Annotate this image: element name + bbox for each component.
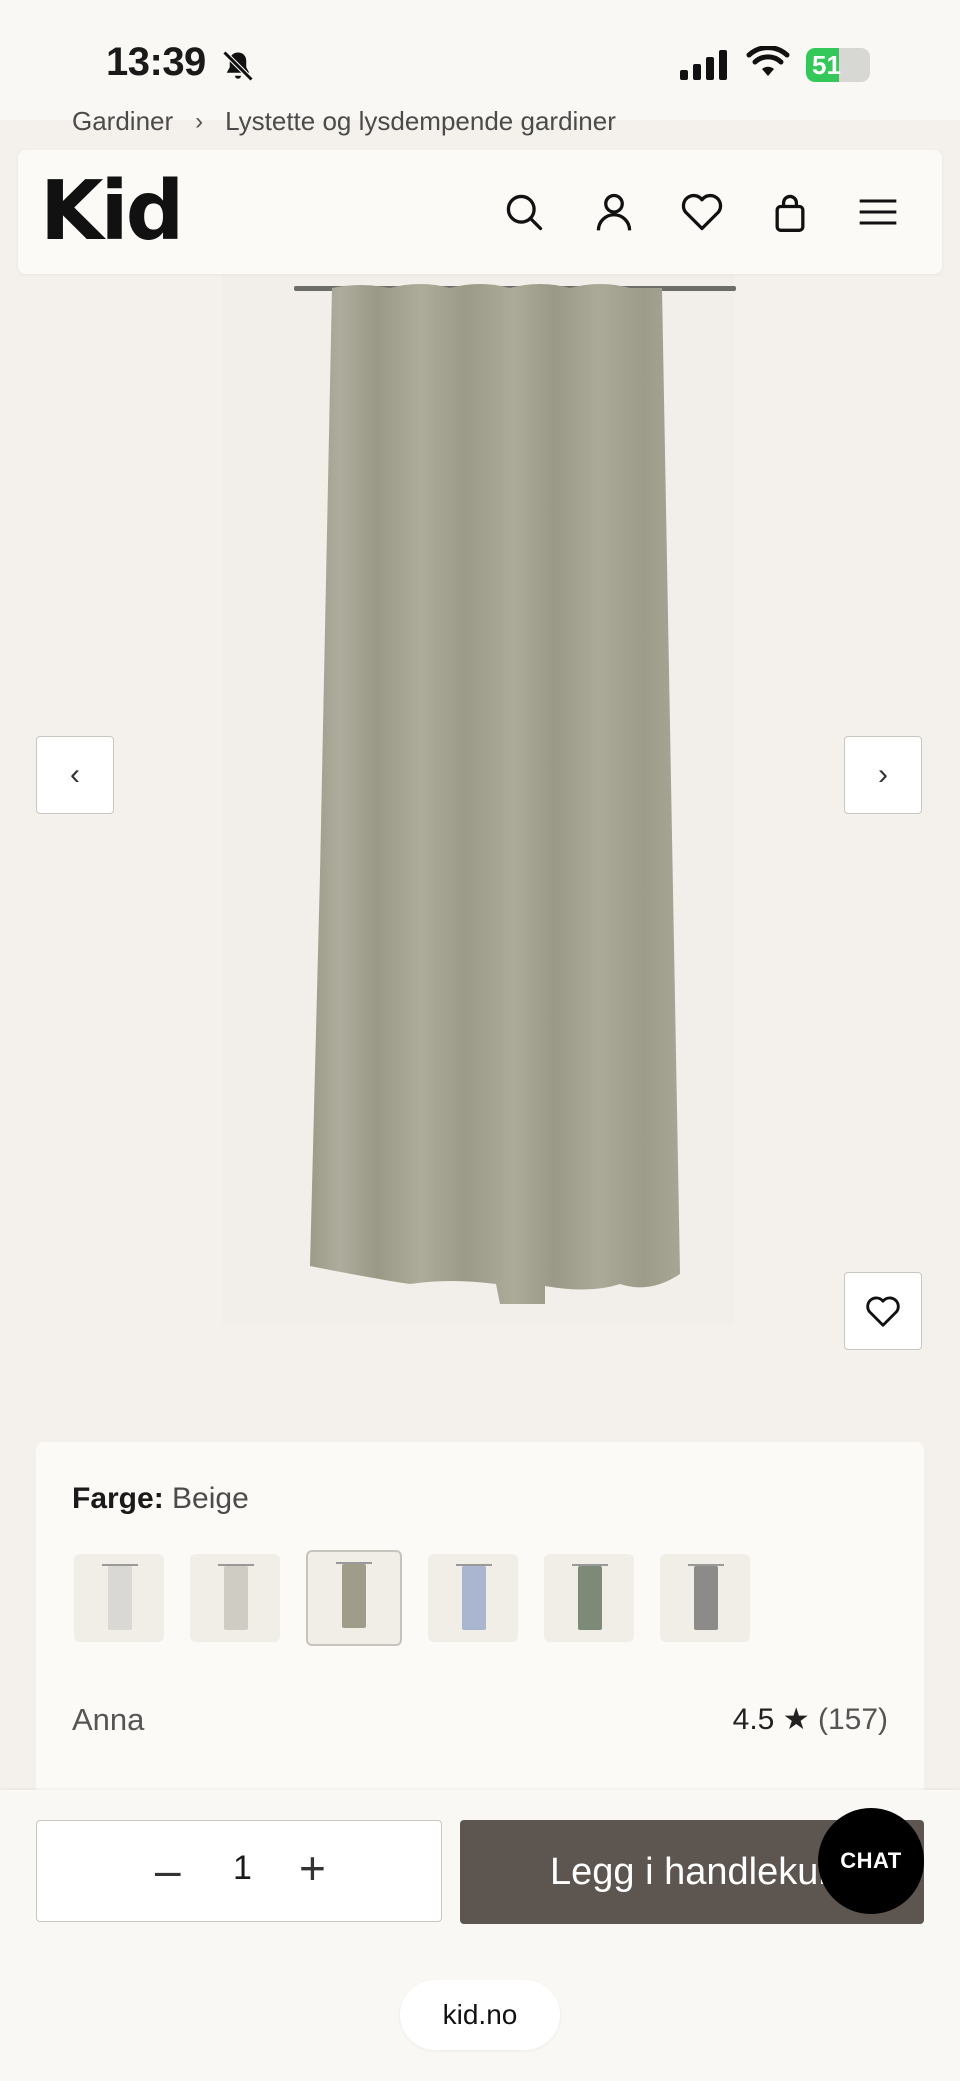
swatch-curtain-thumbnail [108, 1566, 132, 1630]
status-bar: 13:39 51 [0, 0, 960, 120]
search-icon[interactable] [502, 190, 546, 234]
battery-indicator: 51 [806, 48, 874, 82]
breadcrumb-separator: › [195, 107, 204, 135]
url-text: kid.no [442, 1999, 518, 2030]
bottom-action-bar: – 1 + Legg i handlekurv CHAT kid.no [0, 1790, 960, 2081]
chat-button[interactable]: CHAT [818, 1808, 924, 1914]
swatch-curtain-thumbnail [224, 1566, 248, 1630]
gallery-prev-button[interactable]: ‹ [36, 736, 114, 814]
cellular-signal-icon [680, 50, 727, 80]
product-rating[interactable]: 4.5 ★ (157) [733, 1702, 888, 1737]
shopping-bag-icon[interactable] [768, 190, 812, 234]
breadcrumb-link-gardiner[interactable]: Gardiner [72, 106, 173, 137]
color-swatch[interactable] [544, 1554, 634, 1642]
swatch-curtain-thumbnail [578, 1566, 602, 1630]
gallery-next-button[interactable]: › [844, 736, 922, 814]
chevron-left-icon: ‹ [70, 758, 80, 791]
color-swatches [74, 1550, 750, 1646]
kid-logo[interactable]: Kid [40, 164, 184, 259]
breadcrumb: Gardiner › Lystette og lysdempende gardi… [72, 106, 616, 137]
quantity-stepper: – 1 + [36, 1820, 442, 1922]
chevron-right-icon: › [878, 758, 888, 791]
battery-percent: 51 [812, 50, 841, 80]
breadcrumb-link-current[interactable]: Lystette og lysdempende gardiner [225, 106, 616, 137]
quantity-increase-button[interactable]: + [299, 1841, 326, 1895]
color-selection-label: Farge: Beige [72, 1482, 249, 1516]
menu-icon[interactable] [856, 190, 900, 234]
color-label-key: Farge: [72, 1482, 164, 1515]
quantity-value: 1 [233, 1849, 252, 1887]
color-swatch[interactable] [74, 1554, 164, 1642]
browser-url-pill[interactable]: kid.no [400, 1980, 560, 2050]
bell-muted-icon [222, 50, 254, 82]
color-swatch[interactable] [428, 1554, 518, 1642]
quantity-decrease-button[interactable]: – [155, 1843, 181, 1897]
color-label-value: Beige [172, 1482, 249, 1515]
product-gallery: ‹ › [0, 274, 960, 1424]
heart-icon [866, 1296, 900, 1327]
add-to-favorites-button[interactable] [844, 1272, 922, 1350]
rating-count: (157) [817, 1703, 888, 1736]
color-swatch[interactable] [660, 1554, 750, 1642]
product-info-card: Farge: Beige Anna 4.5 ★ (157) Lystette g… [36, 1442, 924, 1842]
rating-value: 4.5 [732, 1703, 775, 1736]
product-image [310, 284, 680, 1304]
wishlist-heart-icon[interactable] [680, 190, 724, 234]
status-time: 13:39 [106, 40, 206, 84]
add-to-cart-label: Legg i handlekurv [550, 1850, 850, 1893]
site-header: Kid [18, 150, 942, 274]
swatch-curtain-thumbnail [342, 1564, 366, 1628]
color-swatch[interactable] [190, 1554, 280, 1642]
wifi-icon [746, 46, 790, 76]
swatch-curtain-thumbnail [462, 1566, 486, 1630]
account-icon[interactable] [592, 190, 636, 234]
chat-label: CHAT [840, 1848, 902, 1873]
star-icon: ★ [782, 1703, 810, 1736]
color-swatch[interactable] [306, 1550, 402, 1646]
swatch-curtain-thumbnail [694, 1566, 718, 1630]
product-brand[interactable]: Anna [72, 1702, 144, 1738]
